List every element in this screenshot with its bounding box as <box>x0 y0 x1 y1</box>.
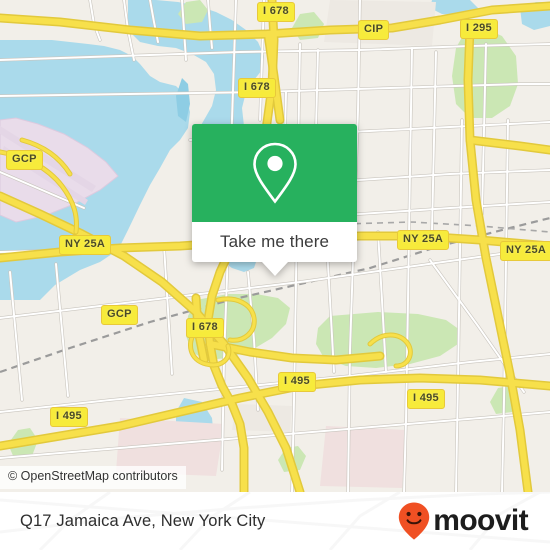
highway-shield: I 495 <box>50 407 88 427</box>
location-title: Q17 Jamaica Ave, New York City <box>20 511 266 530</box>
highway-shield: GCP <box>6 150 43 170</box>
highway-shield: CIP <box>358 20 390 40</box>
callout-header <box>192 124 357 222</box>
footer-bar: Q17 Jamaica Ave, New York City moovit <box>0 492 550 550</box>
destination-callout-card[interactable]: Take me there <box>192 124 357 276</box>
callout-footer[interactable]: Take me there <box>192 222 357 276</box>
highway-shield: NY 25A <box>500 241 550 261</box>
map-attribution: © OpenStreetMap contributors <box>0 466 186 489</box>
take-me-there-label: Take me there <box>219 232 330 251</box>
highway-shield: GCP <box>101 305 138 325</box>
highway-shield: I 495 <box>278 372 316 392</box>
highway-shield: I 678 <box>238 78 276 98</box>
highway-shield: I 295 <box>460 19 498 39</box>
highway-shield: NY 25A <box>397 230 450 250</box>
map-pin-icon <box>252 142 297 204</box>
highway-shield: I 678 <box>186 318 224 338</box>
map-retail-block2 <box>320 426 406 488</box>
highway-shield: I 678 <box>257 2 295 22</box>
highway-shield: I 495 <box>407 389 445 409</box>
moovit-logo[interactable]: moovit <box>397 501 529 541</box>
map-canvas[interactable]: I 678 CIP I 295 I 678 GCP NY 25A NY 25A NY 25A G… <box>0 0 550 492</box>
moovit-pin-icon <box>399 502 430 540</box>
highway-shield: NY 25A <box>59 235 112 255</box>
callout-pointer-tail <box>261 262 288 276</box>
moovit-map-screen: I 678 CIP I 295 I 678 GCP NY 25A NY 25A NY 25A G… <box>0 0 550 550</box>
moovit-wordmark: moovit <box>433 504 528 537</box>
